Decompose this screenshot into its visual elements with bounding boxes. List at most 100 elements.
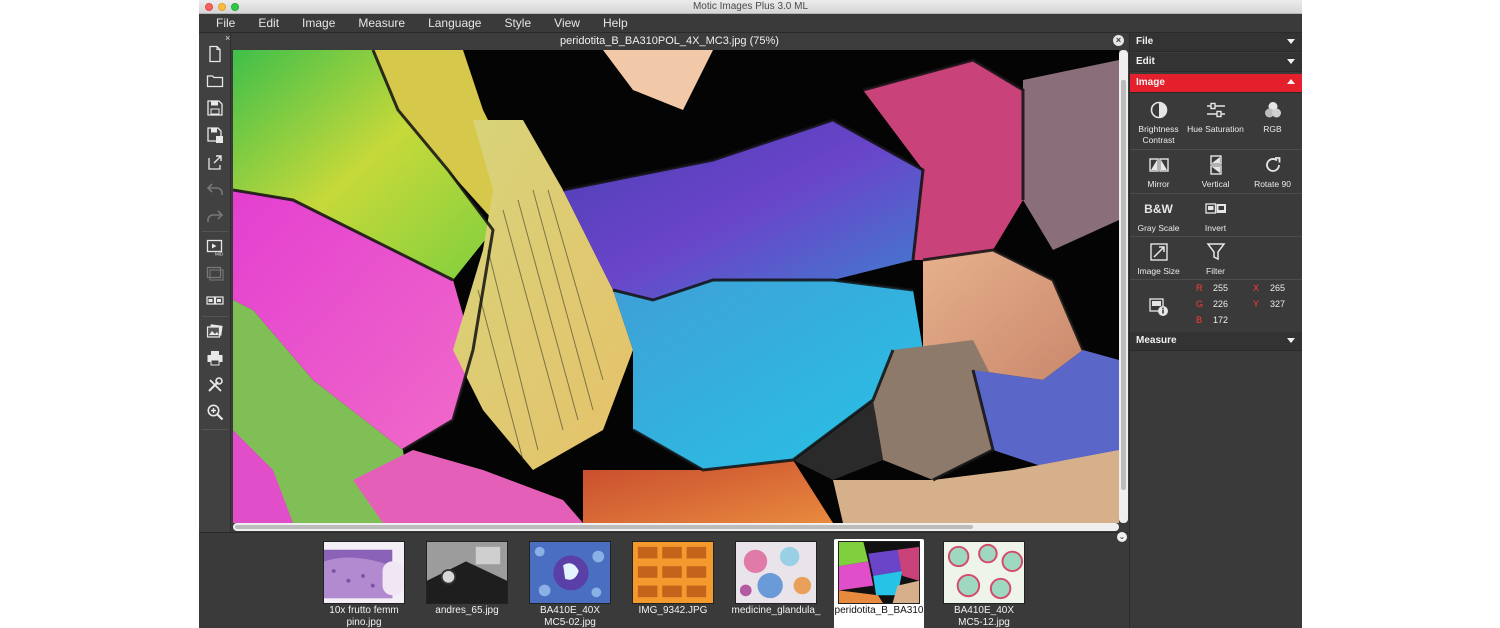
thumbnail-label: peridotita_B_BA310 bbox=[834, 605, 924, 616]
panel-section-label: Edit bbox=[1136, 56, 1155, 67]
menu-style[interactable]: Style bbox=[487, 14, 531, 32]
app-window: Motic Images Plus 3.0 ML File Edit Image… bbox=[199, 0, 1302, 628]
tools-icon[interactable] bbox=[203, 374, 227, 396]
mirror-button[interactable]: Mirror bbox=[1130, 154, 1187, 190]
chevron-down-icon bbox=[1287, 59, 1295, 64]
toolbar-close-icon[interactable]: × bbox=[225, 33, 230, 43]
thumbnail-label: medicine_glandula_ bbox=[731, 605, 821, 616]
thumbnail-image bbox=[632, 541, 714, 604]
thumbnail-item[interactable]: BA410E_40X MC5-02.jpg bbox=[525, 539, 615, 628]
redo-icon[interactable] bbox=[203, 205, 227, 227]
vertical-flip-button[interactable]: Vertical bbox=[1187, 154, 1244, 190]
menu-view[interactable]: View bbox=[537, 14, 580, 32]
grain-gray-right bbox=[1023, 60, 1119, 250]
vertical-scrollbar-thumb[interactable] bbox=[1121, 80, 1126, 490]
vertical-scrollbar[interactable] bbox=[1119, 50, 1128, 523]
thumbnail-image bbox=[323, 541, 405, 604]
document-title: peridotita_B_BA310POL_4X_MC3.jpg (75%) bbox=[560, 35, 779, 47]
thumbnail-image bbox=[943, 541, 1025, 604]
gallery-icon[interactable] bbox=[203, 320, 227, 342]
rgb-button[interactable]: RGB bbox=[1244, 99, 1301, 135]
micrograph-image[interactable] bbox=[233, 50, 1119, 523]
grayscale-button[interactable]: B&W Gray Scale bbox=[1130, 198, 1187, 234]
menu-language[interactable]: Language bbox=[411, 14, 481, 32]
thumbnail-item[interactable]: BA410E_40X MC5-12.jpg bbox=[939, 539, 1029, 628]
chevron-up-icon bbox=[1287, 79, 1295, 84]
menu-bar: File Edit Image Measure Language Style V… bbox=[199, 14, 1302, 33]
compare-icon[interactable] bbox=[203, 290, 227, 312]
panel-divider bbox=[1130, 279, 1302, 280]
pixel-r-value: 255 bbox=[1212, 283, 1228, 293]
horizontal-scrollbar[interactable] bbox=[233, 523, 1119, 531]
thumbnail-label: BA410E_40X MC5-12.jpg bbox=[953, 605, 1015, 628]
sliders-icon bbox=[1206, 102, 1225, 118]
invert-icon bbox=[1204, 203, 1226, 214]
pixel-y-label: Y bbox=[1253, 299, 1260, 309]
toolbar-divider bbox=[202, 429, 228, 430]
export-icon[interactable] bbox=[203, 151, 227, 173]
brightness-contrast-button[interactable]: Brightness Contrast bbox=[1130, 99, 1187, 146]
thumbnail-image bbox=[735, 541, 817, 604]
chevron-down-icon bbox=[1287, 39, 1295, 44]
panel-divider bbox=[1130, 149, 1302, 150]
thumbnail-image bbox=[838, 541, 920, 604]
thumbnail-item[interactable]: medicine_glandula_ bbox=[731, 539, 821, 628]
app-title: Motic Images Plus 3.0 ML bbox=[692, 1, 809, 12]
thumbnail-item[interactable]: IMG_9342.JPG bbox=[628, 539, 718, 628]
chevron-down-icon bbox=[1287, 338, 1295, 343]
title-bar: Motic Images Plus 3.0 ML bbox=[199, 0, 1302, 14]
horizontal-scrollbar-thumb[interactable] bbox=[235, 525, 973, 529]
filmstrip-scroll-button[interactable]: ⌄ bbox=[1117, 532, 1127, 542]
thumbnail-item-selected[interactable]: peridotita_B_BA310 bbox=[834, 539, 924, 628]
pixel-r-label: R bbox=[1196, 283, 1203, 293]
close-document-icon[interactable]: × bbox=[1113, 35, 1124, 46]
invert-button[interactable]: Invert bbox=[1187, 198, 1244, 234]
brightness-contrast-icon bbox=[1150, 101, 1167, 119]
thumbnail-item[interactable]: andres_65.jpg bbox=[422, 539, 512, 628]
rgb-circles-icon bbox=[1264, 102, 1281, 118]
panel-section-edit[interactable]: Edit bbox=[1130, 53, 1302, 72]
pixel-b-value: 172 bbox=[1212, 315, 1228, 325]
video-play-icon[interactable]: MID bbox=[203, 236, 227, 258]
pixel-x-value: 265 bbox=[1269, 283, 1285, 293]
rotate-icon bbox=[1265, 157, 1280, 172]
thumbnail-image bbox=[426, 541, 508, 604]
panel-section-measure[interactable]: Measure bbox=[1130, 332, 1302, 351]
menu-edit[interactable]: Edit bbox=[241, 14, 279, 32]
vertical-flip-icon bbox=[1209, 155, 1222, 175]
filter-button[interactable]: Filter bbox=[1187, 241, 1244, 277]
pixel-x-label: X bbox=[1253, 283, 1260, 293]
menu-help[interactable]: Help bbox=[586, 14, 628, 32]
zoom-icon[interactable] bbox=[203, 401, 227, 423]
panel-section-label: File bbox=[1136, 36, 1154, 47]
left-toolbar: × MID bbox=[199, 33, 231, 532]
new-document-icon[interactable] bbox=[203, 43, 227, 65]
menu-image[interactable]: Image bbox=[285, 14, 335, 32]
menu-measure[interactable]: Measure bbox=[341, 14, 405, 32]
rotate-button[interactable]: Rotate 90 bbox=[1244, 154, 1301, 190]
save-icon[interactable] bbox=[203, 97, 227, 119]
capture-icon[interactable] bbox=[203, 263, 227, 285]
undo-icon[interactable] bbox=[203, 178, 227, 200]
pixel-g-label: G bbox=[1196, 299, 1204, 309]
panel-divider bbox=[1130, 193, 1302, 194]
thumbnail-label: IMG_9342.JPG bbox=[638, 605, 708, 616]
thumbnail-label: 10x frutto femm pino.jpg bbox=[329, 605, 399, 628]
thumbnail-item[interactable]: 10x frutto femm pino.jpg bbox=[319, 539, 409, 628]
print-icon[interactable] bbox=[203, 347, 227, 369]
save-as-icon[interactable] bbox=[203, 124, 227, 146]
menu-file[interactable]: File bbox=[199, 14, 235, 32]
image-size-button[interactable]: Image Size bbox=[1130, 241, 1187, 277]
panel-section-file[interactable]: File bbox=[1130, 33, 1302, 52]
right-panel: File Edit Image Brightness Contrast Hue S… bbox=[1129, 33, 1302, 628]
panel-section-image[interactable]: Image bbox=[1130, 74, 1302, 93]
resize-icon bbox=[1149, 243, 1168, 261]
open-folder-icon[interactable] bbox=[203, 70, 227, 92]
panel-section-label: Image bbox=[1136, 77, 1165, 88]
thumbnail-image bbox=[529, 541, 611, 604]
pixel-info-icon bbox=[1148, 297, 1170, 317]
hue-saturation-button[interactable]: Hue Saturation bbox=[1187, 99, 1244, 135]
toolbar-divider bbox=[202, 231, 228, 232]
panel-divider bbox=[1130, 236, 1302, 237]
document-title-bar: peridotita_B_BA310POL_4X_MC3.jpg (75%) × bbox=[232, 33, 1128, 50]
